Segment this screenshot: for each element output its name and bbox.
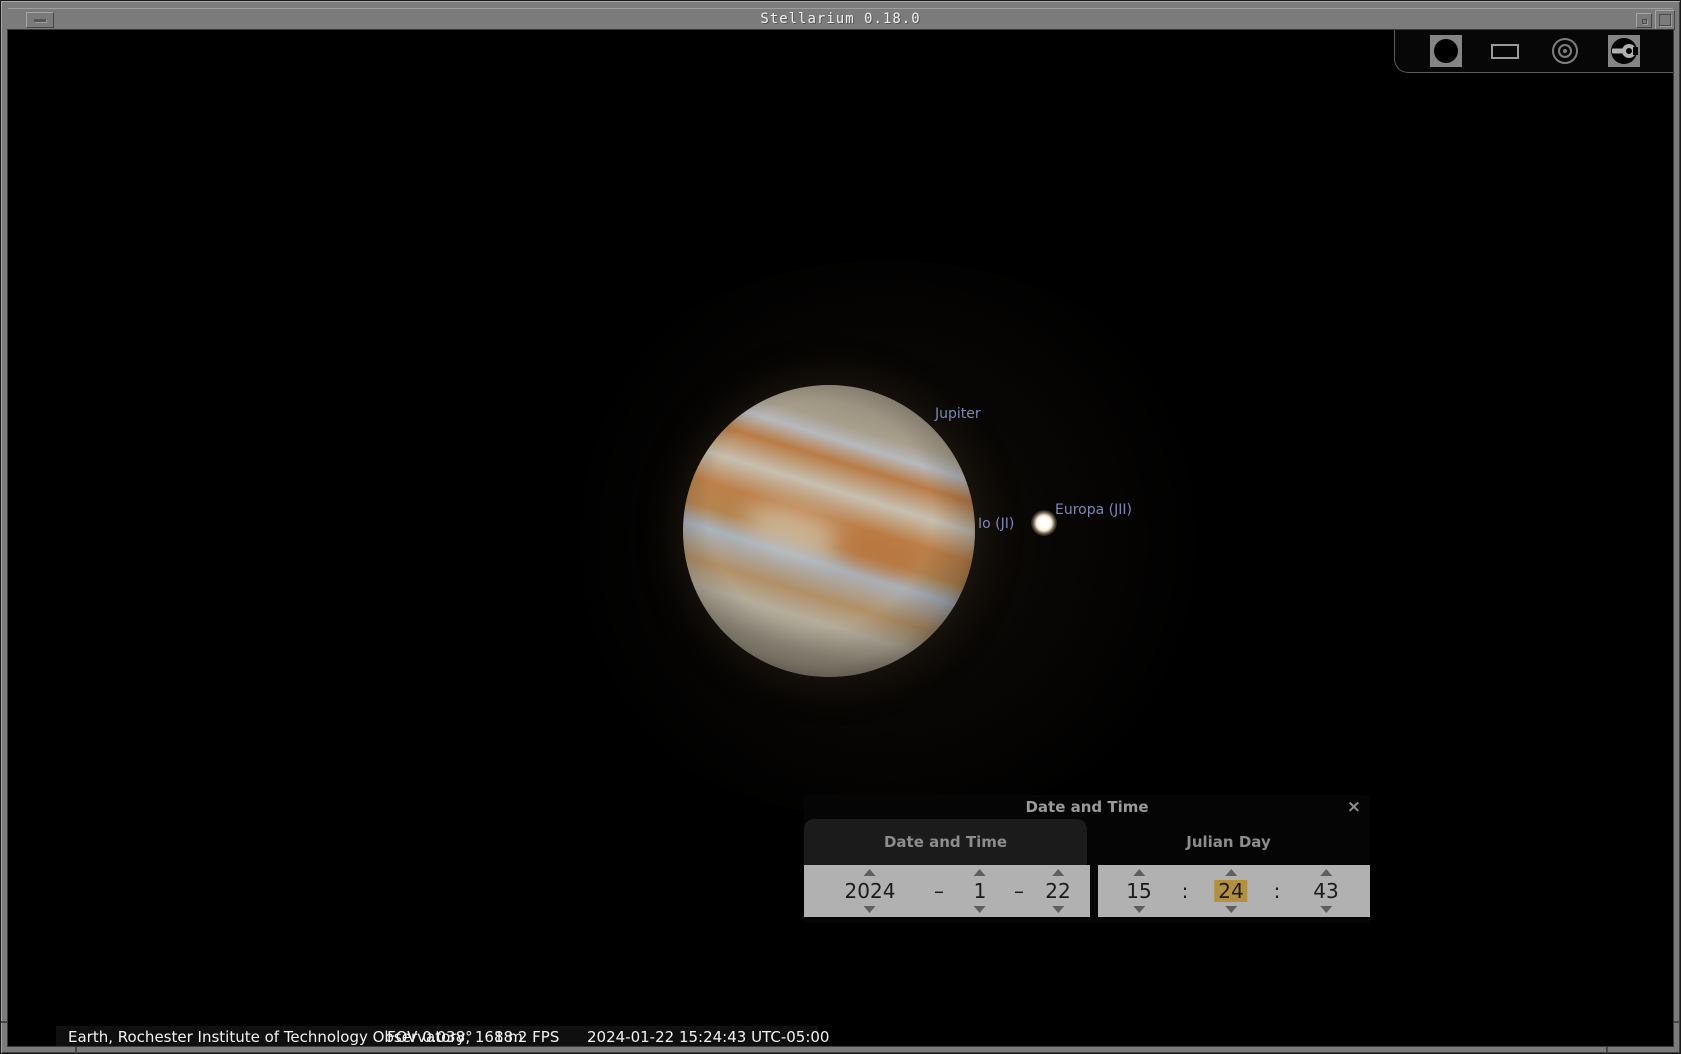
window-minimize-button[interactable] <box>26 12 54 28</box>
status-fov[interactable]: FOV 0.038° <box>387 1027 473 1046</box>
time-colon: : <box>1274 865 1281 917</box>
moon-europa[interactable] <box>1031 510 1057 536</box>
shade-icon <box>1642 19 1647 24</box>
dialog-tabs: Date and Time Julian Day <box>804 819 1370 865</box>
tab-julian-day[interactable]: Julian Day <box>1087 819 1370 865</box>
planet-jupiter[interactable] <box>683 385 975 677</box>
window-titlebar[interactable]: Stellarium 0.18.0 <box>8 8 1673 30</box>
status-datetime[interactable]: 2024-01-22 15:24:43 UTC-05:00 <box>587 1027 829 1046</box>
sensor-frame-icon <box>1491 44 1519 59</box>
jupiter-limb-shading <box>683 385 975 677</box>
sky-view[interactable]: Jupiter Io (JI) Europa (JII) <box>8 30 1673 1046</box>
hour-down-arrow-icon[interactable] <box>1133 906 1145 913</box>
minute-down-arrow-icon[interactable] <box>1225 906 1237 913</box>
hour-up-arrow-icon[interactable] <box>1133 869 1145 876</box>
label-europa[interactable]: Europa (JII) <box>1055 502 1132 518</box>
date-separator: – <box>1014 865 1024 917</box>
second-spinner: 43 <box>1313 865 1338 917</box>
day-up-arrow-icon[interactable] <box>1052 869 1064 876</box>
wrench-icon <box>1610 37 1638 65</box>
sensor-frame-button[interactable] <box>1489 35 1521 67</box>
oculars-toolbar <box>1394 30 1673 73</box>
ocular-settings-button[interactable] <box>1608 35 1640 67</box>
day-value[interactable]: 22 <box>1045 880 1070 902</box>
hour-value[interactable]: 15 <box>1126 880 1151 902</box>
frame-resize-notch <box>1 1021 8 1023</box>
date-separator: – <box>934 865 944 917</box>
telrad-button[interactable] <box>1549 35 1581 67</box>
year-spinner: 2024 <box>845 865 896 917</box>
month-down-arrow-icon[interactable] <box>974 906 986 913</box>
year-up-arrow-icon[interactable] <box>864 869 876 876</box>
month-up-arrow-icon[interactable] <box>974 869 986 876</box>
minute-spinner: 24 <box>1214 865 1247 917</box>
second-up-arrow-icon[interactable] <box>1320 869 1332 876</box>
dialog-header[interactable]: Date and Time × <box>804 795 1370 819</box>
window-maximize-button[interactable] <box>1655 10 1675 30</box>
minute-up-arrow-icon[interactable] <box>1225 869 1237 876</box>
date-spinner-panel: 2024 – 1 – 22 <box>804 865 1090 917</box>
minute-value-highlighted[interactable]: 24 <box>1214 880 1247 902</box>
second-value[interactable]: 43 <box>1313 880 1338 902</box>
dialog-title: Date and Time <box>804 798 1370 816</box>
date-time-dialog: Date and Time × Date and Time Julian Day… <box>804 795 1370 923</box>
window-title: Stellarium 0.18.0 <box>8 9 1673 31</box>
label-io[interactable]: Io (JI) <box>978 516 1014 532</box>
frame-resize-notch <box>75 1046 77 1053</box>
second-down-arrow-icon[interactable] <box>1320 906 1332 913</box>
year-value[interactable]: 2024 <box>845 880 896 902</box>
window-shade-button[interactable] <box>1636 13 1652 28</box>
stellarium-window: Stellarium 0.18.0 Jupiter Io (JI) Europa… <box>0 0 1681 1054</box>
time-colon: : <box>1182 865 1189 917</box>
frame-resize-notch <box>1673 1021 1680 1023</box>
hour-spinner: 15 <box>1126 865 1151 917</box>
minimize-icon <box>34 19 46 22</box>
day-down-arrow-icon[interactable] <box>1052 906 1064 913</box>
day-spinner: 22 <box>1045 865 1070 917</box>
tab-date-and-time[interactable]: Date and Time <box>804 819 1087 865</box>
maximize-icon <box>1659 14 1671 26</box>
ocular-icon <box>1434 39 1458 63</box>
telrad-icon <box>1552 38 1578 64</box>
month-value[interactable]: 1 <box>974 880 987 902</box>
label-jupiter[interactable]: Jupiter <box>935 406 981 422</box>
ocular-view-button[interactable] <box>1430 35 1462 67</box>
month-spinner: 1 <box>974 865 987 917</box>
dialog-close-icon[interactable]: × <box>1347 796 1361 818</box>
time-spinner-panel: 15 : 24 : 43 <box>1098 865 1370 917</box>
year-down-arrow-icon[interactable] <box>864 906 876 913</box>
status-fps[interactable]: 18.2 FPS <box>494 1027 559 1046</box>
frame-resize-notch <box>1606 1046 1608 1053</box>
